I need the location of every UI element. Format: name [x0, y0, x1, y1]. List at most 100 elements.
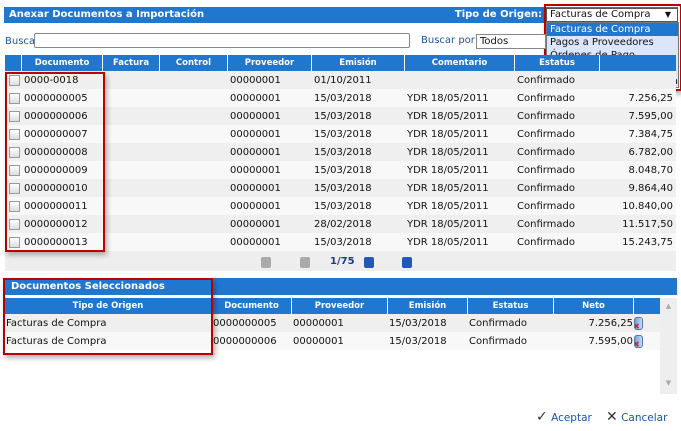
table-row[interactable]: 0000000008 00000001 15/03/2018 YDR 18/05/20… [5, 143, 676, 161]
table-cell: Confirmado [517, 128, 576, 140]
table-row[interactable]: 0000000010 00000001 15/03/2018 YDR 18/05/20… [5, 179, 676, 197]
close-icon: ✕ [606, 409, 618, 425]
table-cell: YDR 18/05/2011 [407, 146, 489, 158]
table-cell: 00000001 [230, 146, 281, 158]
table-cell: 00000001 [230, 74, 281, 86]
selected-column-header[interactable]: Estatus [468, 298, 554, 314]
table-cell: Confirmado [517, 110, 576, 122]
selected-cell: 15/03/2018 [389, 335, 447, 347]
selected-cell: 0000000006 [213, 335, 277, 347]
search-by-value: Todos [480, 36, 509, 47]
neto-cell: 10.840,00 [622, 200, 673, 212]
prev-page-button[interactable] [300, 257, 310, 268]
page-indicator: 1/75 [330, 256, 355, 267]
neto-cell: 11.517,50 [622, 218, 673, 230]
table-row[interactable]: 0000000005 00000001 15/03/2018 YDR 18/05/20… [5, 89, 676, 107]
table-cell: Confirmado [517, 200, 576, 212]
last-page-button[interactable] [402, 257, 412, 268]
neto-column-header [600, 55, 676, 71]
select-column-header [5, 55, 22, 71]
table-cell: YDR 18/05/2011 [407, 92, 489, 104]
delete-x-mark: ✖ [635, 322, 640, 329]
delete-icon[interactable]: ✖ [634, 334, 643, 348]
page-title: Anexar Documentos a Importación [9, 9, 205, 20]
selected-cell: 7.595,00 [588, 335, 633, 347]
neto-cell: 7.256,25 [628, 92, 673, 104]
scroll-down-icon[interactable]: ▼ [660, 379, 677, 387]
table-cell: YDR 18/05/2011 [407, 200, 489, 212]
table-cell: YDR 18/05/2011 [407, 164, 489, 176]
table-cell: YDR 18/05/2011 [407, 128, 489, 140]
table-row[interactable]: 0000000012 00000001 28/02/2018 YDR 18/05/20… [5, 215, 676, 233]
scroll-up-icon[interactable]: ▲ [660, 302, 677, 310]
cancel-button[interactable]: ✕ Cancelar [606, 409, 667, 425]
selected-cell: 00000001 [293, 335, 344, 347]
table-row[interactable]: 0000000007 00000001 15/03/2018 YDR 18/05/20… [5, 125, 676, 143]
accept-label: Aceptar [551, 412, 592, 424]
selected-cell: Confirmado [469, 317, 528, 329]
selected-cell: Confirmado [469, 335, 528, 347]
scrollbar[interactable]: ▲ ▼ [660, 298, 677, 394]
cancel-label: Cancelar [621, 412, 668, 424]
table-row[interactable]: 0000000013 00000001 15/03/2018 YDR 18/05/20… [5, 233, 676, 251]
table-cell: 00000001 [230, 92, 281, 104]
neto-cell: 7.595,00 [628, 110, 673, 122]
search-input[interactable] [34, 33, 410, 48]
column-header[interactable]: Factura [103, 55, 160, 71]
origin-label: Tipo de Origen: [454, 9, 542, 20]
table-cell: 00000001 [230, 110, 281, 122]
table-cell: 00000001 [230, 218, 281, 230]
table-row[interactable]: 0000000006 00000001 15/03/2018 YDR 18/05/20… [5, 107, 676, 125]
table-cell: Confirmado [517, 182, 576, 194]
selected-highlight [3, 278, 213, 355]
column-header[interactable]: Estatus [515, 55, 600, 71]
search-by-label: Buscar por: [421, 35, 479, 46]
table-cell: YDR 18/05/2011 [407, 218, 489, 230]
selected-column-header[interactable]: Documento [212, 298, 292, 314]
documents-table-header: Documento Factura Control Proveedor Emisión C… [5, 55, 676, 71]
table-cell: 00000001 [230, 182, 281, 194]
column-header[interactable]: Proveedor [228, 55, 312, 71]
table-cell: YDR 18/05/2011 [407, 110, 489, 122]
table-cell: 28/02/2018 [314, 218, 372, 230]
column-header[interactable]: Control [160, 55, 228, 71]
table-cell: 15/03/2018 [314, 200, 372, 212]
selected-cell: 00000001 [293, 317, 344, 329]
search-by-select[interactable]: Todos [476, 34, 546, 49]
table-cell: 00000001 [230, 200, 281, 212]
action-column-header [634, 298, 660, 314]
next-page-button[interactable] [364, 257, 374, 268]
selected-column-header[interactable]: Emisión [388, 298, 468, 314]
table-cell: 00000001 [230, 128, 281, 140]
neto-cell: 8.048,70 [628, 164, 673, 176]
delete-icon[interactable]: ✖ [634, 316, 643, 330]
table-cell: Confirmado [517, 74, 576, 86]
first-page-button[interactable] [261, 257, 271, 268]
selected-cell: 15/03/2018 [389, 317, 447, 329]
table-cell: 15/03/2018 [314, 110, 372, 122]
column-header[interactable]: Emisión [312, 55, 405, 71]
selected-column-header[interactable]: Neto [554, 298, 634, 314]
table-cell: 15/03/2018 [314, 146, 372, 158]
table-cell: 01/10/2011 [314, 74, 372, 86]
table-cell: 15/03/2018 [314, 92, 372, 104]
neto-cell: 15.243,75 [622, 236, 673, 248]
table-row[interactable]: 0000-0018 00000001 01/10/2011 Confirmado [5, 71, 676, 89]
column-header[interactable]: Comentario [405, 55, 515, 71]
table-cell: Confirmado [517, 236, 576, 248]
selected-cell: 7.256,25 [588, 317, 633, 329]
table-cell: Confirmado [517, 164, 576, 176]
table-cell: Confirmado [517, 218, 576, 230]
neto-cell: 9.864,40 [628, 182, 673, 194]
column-header[interactable]: Documento [22, 55, 103, 71]
check-icon: ✓ [536, 409, 548, 425]
accept-button[interactable]: ✓ Aceptar [536, 409, 592, 425]
selected-column-header[interactable]: Proveedor [292, 298, 388, 314]
table-cell: 15/03/2018 [314, 236, 372, 248]
table-row[interactable]: 0000000009 00000001 15/03/2018 YDR 18/05/20… [5, 161, 676, 179]
table-cell: YDR 18/05/2011 [407, 182, 489, 194]
table-row[interactable]: 0000000011 00000001 15/03/2018 YDR 18/05/20… [5, 197, 676, 215]
documents-table-body: 0000-0018 00000001 01/10/2011 Confirmado 000… [5, 71, 676, 251]
neto-cell: 6.782,00 [628, 146, 673, 158]
table-cell: 15/03/2018 [314, 128, 372, 140]
